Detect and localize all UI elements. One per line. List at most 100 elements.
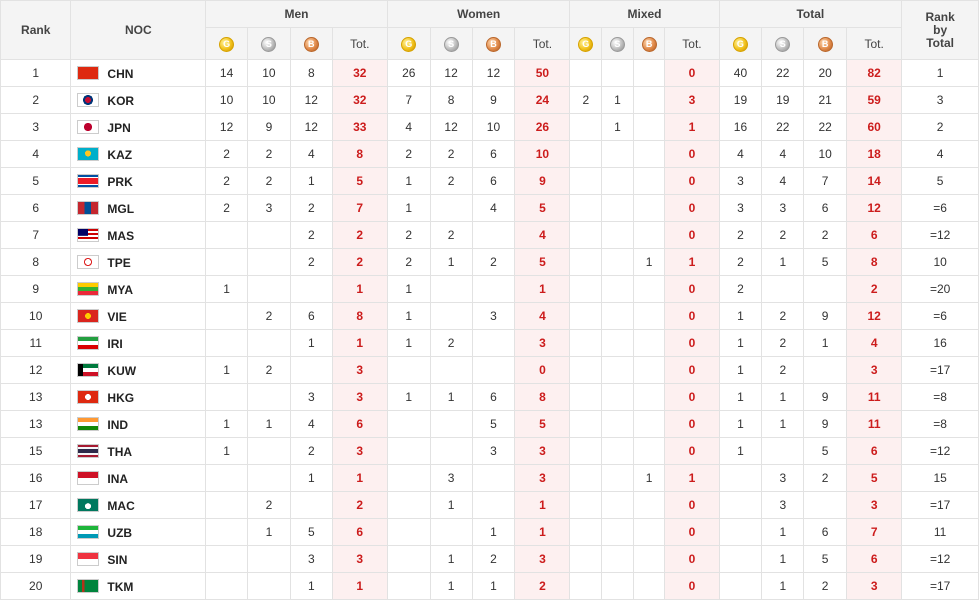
noc-code[interactable]: IRI: [107, 336, 122, 350]
noc-code[interactable]: SIN: [107, 552, 127, 566]
mixed-bronze-cell: [632, 221, 666, 249]
women-silver-cell: 2: [429, 329, 473, 357]
total-tot-cell: 5: [846, 464, 903, 492]
rank-cell: 4: [0, 140, 72, 168]
mixed-tot-cell: 0: [664, 518, 720, 546]
noc-code[interactable]: PRK: [107, 174, 132, 188]
women-silver-cell: [429, 275, 473, 303]
mixed-gold-column-header[interactable]: G: [569, 27, 603, 60]
table-row: 8 TPE 2 2 2 1 2 5 1 1 2 1 5 8 10: [0, 248, 979, 276]
noc-code[interactable]: MAS: [107, 228, 134, 242]
men-tot-cell: 6: [331, 410, 388, 438]
women-silver-cell: 1: [429, 491, 473, 519]
mixed-silver-cell: [601, 572, 634, 600]
mixed-gold-cell: [569, 491, 603, 519]
women-gold-column-header[interactable]: G: [386, 27, 431, 60]
mixed-bronze-column-header[interactable]: B: [632, 27, 666, 60]
noc-code[interactable]: INA: [107, 471, 128, 485]
noc-code[interactable]: VIE: [107, 309, 126, 323]
noc-code[interactable]: KUW: [107, 363, 136, 377]
noc-code[interactable]: TPE: [107, 255, 130, 269]
mixed-silver-column-header[interactable]: S: [601, 27, 634, 60]
noc-code[interactable]: KOR: [107, 93, 134, 107]
men-gold-cell: [205, 572, 248, 600]
noc-cell: MAS: [70, 221, 207, 249]
total-gold-column-header[interactable]: G: [718, 27, 763, 60]
total-silver-cell: 3: [761, 491, 805, 519]
mixed-silver-cell: [601, 356, 634, 384]
total-gold-cell: 1: [718, 329, 763, 357]
women-bronze-cell: 12: [471, 59, 516, 87]
men-gold-cell: 14: [205, 59, 248, 87]
men-gold-column-header[interactable]: G: [205, 27, 248, 60]
total-tot-cell: 7: [846, 518, 903, 546]
flag-iran-icon: [77, 336, 100, 351]
table-body: 1 CHN 14 10 8 32 26 12 12 50 0 40 22 20 82 1 2 KOR 10 10 12 3…: [0, 59, 979, 600]
rank-cell: 15: [0, 437, 72, 465]
noc-code[interactable]: CHN: [107, 66, 133, 80]
header-noc[interactable]: NOC: [70, 0, 207, 60]
rank-cell: 19: [0, 545, 72, 573]
women-gold-cell: 1: [386, 329, 431, 357]
noc-code[interactable]: THA: [107, 444, 132, 458]
men-tot-cell: 2: [331, 248, 388, 276]
mixed-silver-cell: [601, 302, 634, 330]
gold-medal-icon: G: [732, 36, 748, 52]
noc-cell: KUW: [70, 356, 207, 384]
mixed-tot-column-header[interactable]: Tot.: [664, 27, 720, 60]
total-bronze-column-header[interactable]: B: [803, 27, 848, 60]
women-bronze-cell: [471, 275, 516, 303]
mixed-gold-cell: [569, 302, 603, 330]
noc-code[interactable]: UZB: [107, 525, 132, 539]
men-bronze-cell: 4: [289, 140, 333, 168]
noc-code[interactable]: KAZ: [107, 147, 132, 161]
total-silver-cell: 4: [761, 167, 805, 195]
silver-medal-icon: S: [609, 36, 625, 52]
noc-code[interactable]: MYA: [107, 282, 133, 296]
men-tot-column-header[interactable]: Tot.: [331, 27, 388, 60]
noc-code[interactable]: HKG: [107, 390, 134, 404]
table-row: 19 SIN 3 3 1 2 3 0 1 5 6 =12: [0, 545, 979, 573]
women-tot-column-header[interactable]: Tot.: [514, 27, 571, 60]
mixed-gold-cell: [569, 113, 603, 141]
men-silver-column-header[interactable]: S: [247, 27, 291, 60]
men-bronze-column-header[interactable]: B: [289, 27, 333, 60]
women-gold-cell: [386, 356, 431, 384]
total-tot-column-header[interactable]: Tot.: [846, 27, 903, 60]
women-bronze-cell: 6: [471, 167, 516, 195]
header-rank-by-total[interactable]: Rank by Total: [901, 0, 979, 60]
header-rank[interactable]: Rank: [0, 0, 72, 60]
flag-hong-kong-icon: [77, 390, 100, 405]
rank-by-total-cell: =12: [901, 437, 979, 465]
men-tot-cell: 3: [331, 356, 388, 384]
noc-cell: JPN: [70, 113, 207, 141]
total-silver-column-header[interactable]: S: [761, 27, 805, 60]
noc-code[interactable]: IND: [107, 417, 128, 431]
silver-medal-icon: S: [775, 36, 791, 52]
men-gold-cell: [205, 518, 248, 546]
total-bronze-cell: 20: [803, 59, 848, 87]
noc-code[interactable]: MAC: [107, 498, 134, 512]
mixed-silver-cell: [601, 275, 634, 303]
total-gold-cell: [718, 572, 763, 600]
noc-code[interactable]: TKM: [107, 579, 133, 593]
bronze-medal-icon: B: [303, 36, 319, 52]
table-row: 10 VIE 2 6 8 1 3 4 0 1 2 9 12 =6: [0, 302, 979, 330]
women-bronze-column-header[interactable]: B: [471, 27, 516, 60]
total-bronze-cell: [803, 356, 848, 384]
noc-code[interactable]: MGL: [107, 201, 134, 215]
mixed-tot-cell: 0: [664, 437, 720, 465]
mixed-gold-cell: [569, 572, 603, 600]
total-bronze-cell: 2: [803, 572, 848, 600]
men-gold-cell: [205, 491, 248, 519]
noc-code[interactable]: JPN: [107, 120, 130, 134]
total-gold-cell: 1: [718, 437, 763, 465]
rank-cell: 16: [0, 464, 72, 492]
men-bronze-cell: 1: [289, 464, 333, 492]
women-tot-cell: 3: [514, 464, 571, 492]
women-silver-column-header[interactable]: S: [429, 27, 473, 60]
mixed-bronze-cell: [632, 518, 666, 546]
total-tot-cell: 6: [846, 437, 903, 465]
rank-by-total-cell: 1: [901, 59, 979, 87]
men-gold-cell: [205, 464, 248, 492]
